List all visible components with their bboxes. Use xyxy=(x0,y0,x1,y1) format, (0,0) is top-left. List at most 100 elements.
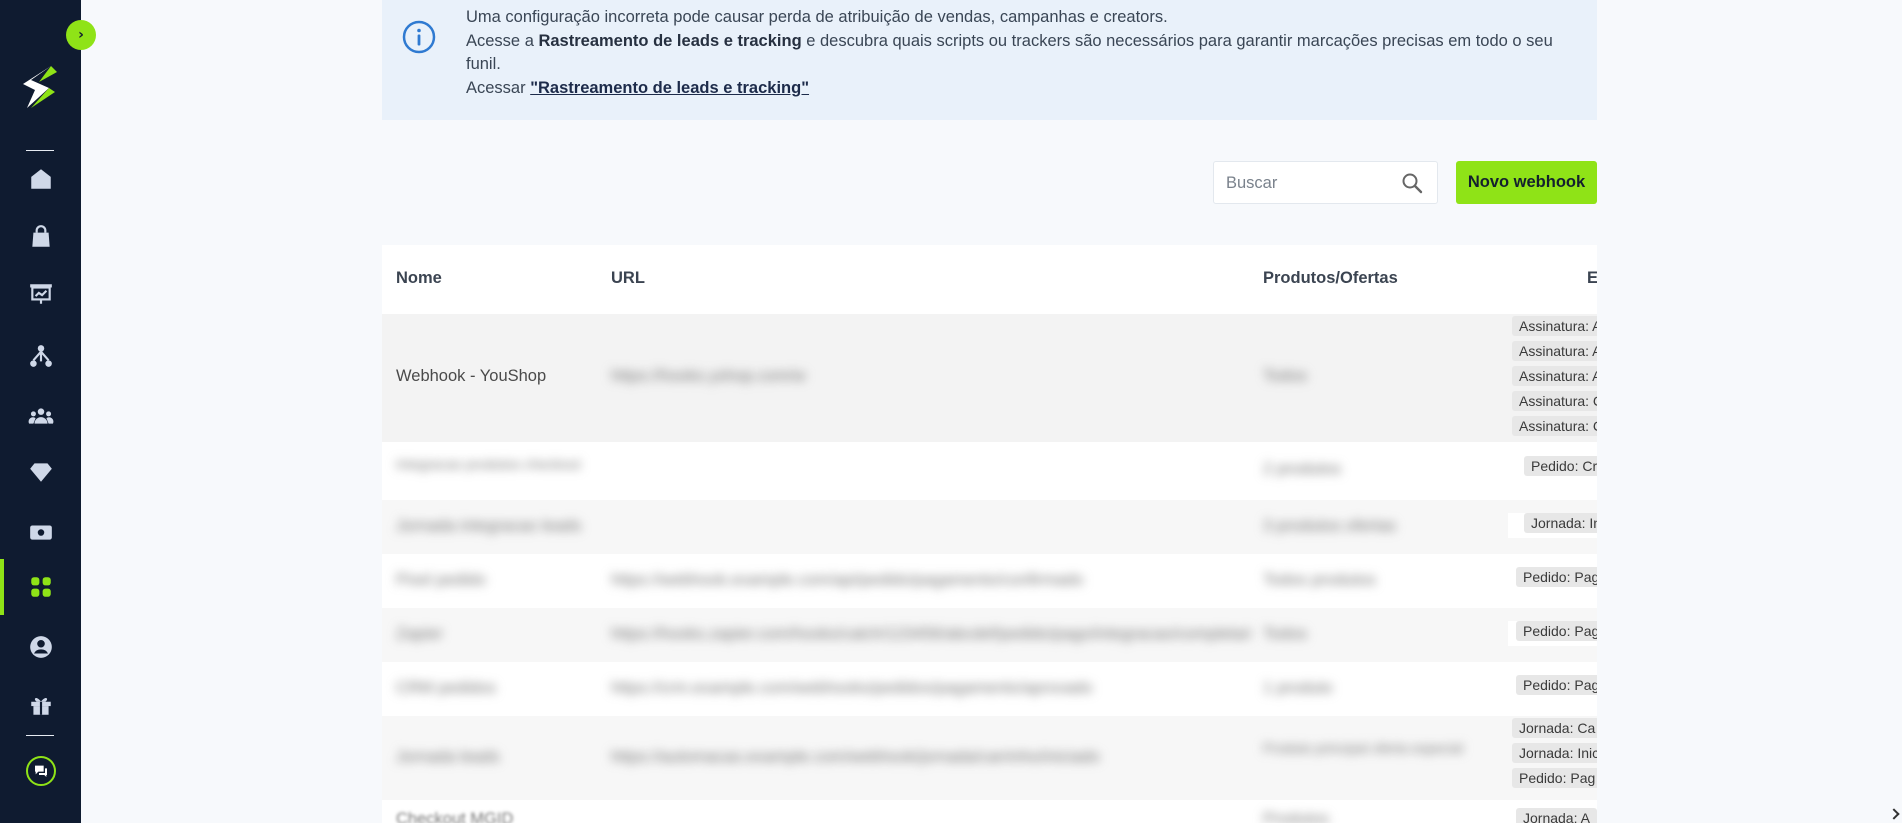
row-products: 3 produtos ofertas xyxy=(1263,517,1396,535)
sidebar-toggle-button[interactable]: › xyxy=(66,20,96,50)
banner-line-1: Uma configuração incorreta pode causar p… xyxy=(466,8,1168,26)
event-chip: Pedido: Pag xyxy=(1516,621,1597,641)
table-row[interactable]: Jornada integracao leads 3 produtos ofer… xyxy=(382,500,1597,554)
event-chip: Assinatura: A xyxy=(1512,316,1597,336)
apps-grid-icon xyxy=(30,577,51,597)
row-events: Jornada: A xyxy=(1508,808,1597,823)
table-row[interactable]: CRM pedidos https://crm.example.com/webh… xyxy=(382,662,1597,716)
banner-line-2: Acesse a Rastreamento de leads e trackin… xyxy=(466,30,1566,77)
table-header: Nome URL Produtos/Ofertas E xyxy=(382,245,1597,314)
column-header-products[interactable]: Produtos/Ofertas xyxy=(1263,269,1398,288)
chevron-right-icon: › xyxy=(78,27,84,43)
search-icon[interactable] xyxy=(1401,172,1423,194)
row-name: CRM pedidos xyxy=(396,679,496,697)
event-chip: Pedido: Pag xyxy=(1512,768,1597,788)
column-header-name[interactable]: Nome xyxy=(396,269,442,288)
table-row[interactable]: Pixel pedido https://webhook.example.com… xyxy=(382,554,1597,608)
shopping-bag-icon xyxy=(31,225,50,247)
row-name: Webhook - YouShop xyxy=(396,367,547,385)
webhooks-table: Nome URL Produtos/Ofertas E Webhook - Yo… xyxy=(382,245,1597,823)
row-events: Jornada: Ca Jornada: Inic Pedido: Pag xyxy=(1508,718,1597,793)
search-box xyxy=(1213,161,1438,204)
table-row[interactable]: Integracao produtos checkout 2 produtos … xyxy=(382,442,1597,500)
row-url: https://hooks.yshop.com/w xyxy=(611,367,806,385)
row-name: Checkout MGID xyxy=(396,810,514,823)
sidebar-divider xyxy=(26,735,54,736)
sidebar-item-account[interactable] xyxy=(0,619,81,675)
new-webhook-button[interactable]: Novo webhook xyxy=(1456,161,1597,204)
row-name: Jornada integracao leads xyxy=(396,517,582,535)
row-url: https://crm.example.com/webhooks/pedidos… xyxy=(611,679,1093,697)
row-products: Todos xyxy=(1263,367,1308,385)
row-events: Pedido: Cr xyxy=(1508,456,1597,481)
event-chip: Assinatura: A xyxy=(1512,366,1597,386)
sidebar-item-products[interactable] xyxy=(0,209,81,265)
home-icon xyxy=(30,169,51,189)
network-tree-icon xyxy=(29,345,52,367)
row-events: Jornada: In xyxy=(1508,513,1597,538)
banner-line-3-prefix: Acessar xyxy=(466,78,531,97)
resize-cursor-icon xyxy=(1888,808,1900,820)
event-chip: Assinatura: C xyxy=(1512,416,1597,436)
row-products: Produtos xyxy=(1263,810,1330,823)
banner-line-2-prefix: Acesse a xyxy=(466,31,539,50)
row-products: Todos xyxy=(1263,625,1308,643)
event-chip: Jornada: In xyxy=(1524,513,1597,533)
sidebar-item-reports[interactable] xyxy=(0,266,81,322)
row-products: Todos produtos xyxy=(1263,571,1376,589)
table-row[interactable]: Webhook - YouShop https://hooks.yshop.co… xyxy=(382,314,1597,442)
row-events: Assinatura: A Assinatura: A Assinatura: … xyxy=(1508,316,1597,442)
support-chat-button[interactable] xyxy=(26,756,56,786)
row-url: https://hooks.zapier.com/hooks/catch/123… xyxy=(611,625,1251,643)
info-icon xyxy=(402,20,436,54)
event-chip: Assinatura: A xyxy=(1512,341,1597,361)
users-group-icon xyxy=(28,408,53,424)
row-products: Produto principal oferta especial xyxy=(1263,740,1464,756)
column-header-url[interactable]: URL xyxy=(611,269,645,288)
diamond-icon xyxy=(29,463,52,482)
presentation-chart-icon xyxy=(29,284,52,304)
sidebar-item-apps[interactable] xyxy=(0,559,81,615)
row-name: Integracao produtos checkout xyxy=(396,456,581,472)
sidebar: › xyxy=(0,0,96,823)
user-circle-icon xyxy=(29,636,52,658)
banner-line-3: Acessar "Rastreamento de leads e trackin… xyxy=(466,77,1566,101)
event-chip: Assinatura: C xyxy=(1512,391,1597,411)
column-header-events[interactable]: E xyxy=(1587,269,1597,288)
sidebar-item-rewards[interactable] xyxy=(0,677,81,733)
active-indicator xyxy=(0,559,4,615)
banner-text: Uma configuração incorreta pode causar p… xyxy=(466,6,1566,100)
row-events: Pedido: Pag xyxy=(1508,675,1597,700)
event-chip: Pedido: Pag xyxy=(1516,675,1597,695)
row-events: Pedido: Pag xyxy=(1508,621,1597,646)
event-chip: Pedido: Pag xyxy=(1516,567,1597,587)
banner-bold-text: Rastreamento de leads e tracking xyxy=(538,31,802,50)
table-row[interactable]: Checkout MGID Produtos Jornada: A xyxy=(382,800,1597,823)
search-input[interactable] xyxy=(1226,172,1396,194)
gift-icon xyxy=(30,697,51,715)
row-events: Pedido: Pag xyxy=(1508,567,1597,592)
event-chip: Jornada: Ca xyxy=(1512,718,1597,738)
row-products: 1 produto xyxy=(1263,679,1333,697)
row-name: Pixel pedido xyxy=(396,571,486,589)
tracking-link[interactable]: "Rastreamento de leads e tracking" xyxy=(530,79,809,97)
chat-icon xyxy=(35,765,47,777)
sidebar-item-affiliates[interactable] xyxy=(0,328,81,384)
row-name: Zapier xyxy=(396,625,443,643)
sidebar-item-home[interactable] xyxy=(0,151,81,207)
logo-icon xyxy=(23,66,57,108)
table-row[interactable]: Zapier https://hooks.zapier.com/hooks/ca… xyxy=(382,608,1597,662)
event-chip: Pedido: Cr xyxy=(1524,456,1597,476)
event-chip: Jornada: A xyxy=(1516,808,1597,823)
table-row[interactable]: Jornada leads https://automacao.example.… xyxy=(382,716,1597,800)
row-url: https://webhook.example.com/api/pedido/p… xyxy=(611,571,1084,589)
sidebar-item-finance[interactable] xyxy=(0,504,81,560)
event-chip: Jornada: Inic xyxy=(1512,743,1597,763)
sidebar-item-customers[interactable] xyxy=(0,388,81,444)
row-name: Jornada leads xyxy=(396,748,500,766)
tracking-info-banner: Uma configuração incorreta pode causar p… xyxy=(382,0,1597,120)
money-icon xyxy=(29,525,52,540)
row-url: https://automacao.example.com/webhook/jo… xyxy=(611,748,1100,766)
sidebar-item-plans[interactable] xyxy=(0,444,81,500)
row-products: 2 produtos xyxy=(1263,460,1341,478)
